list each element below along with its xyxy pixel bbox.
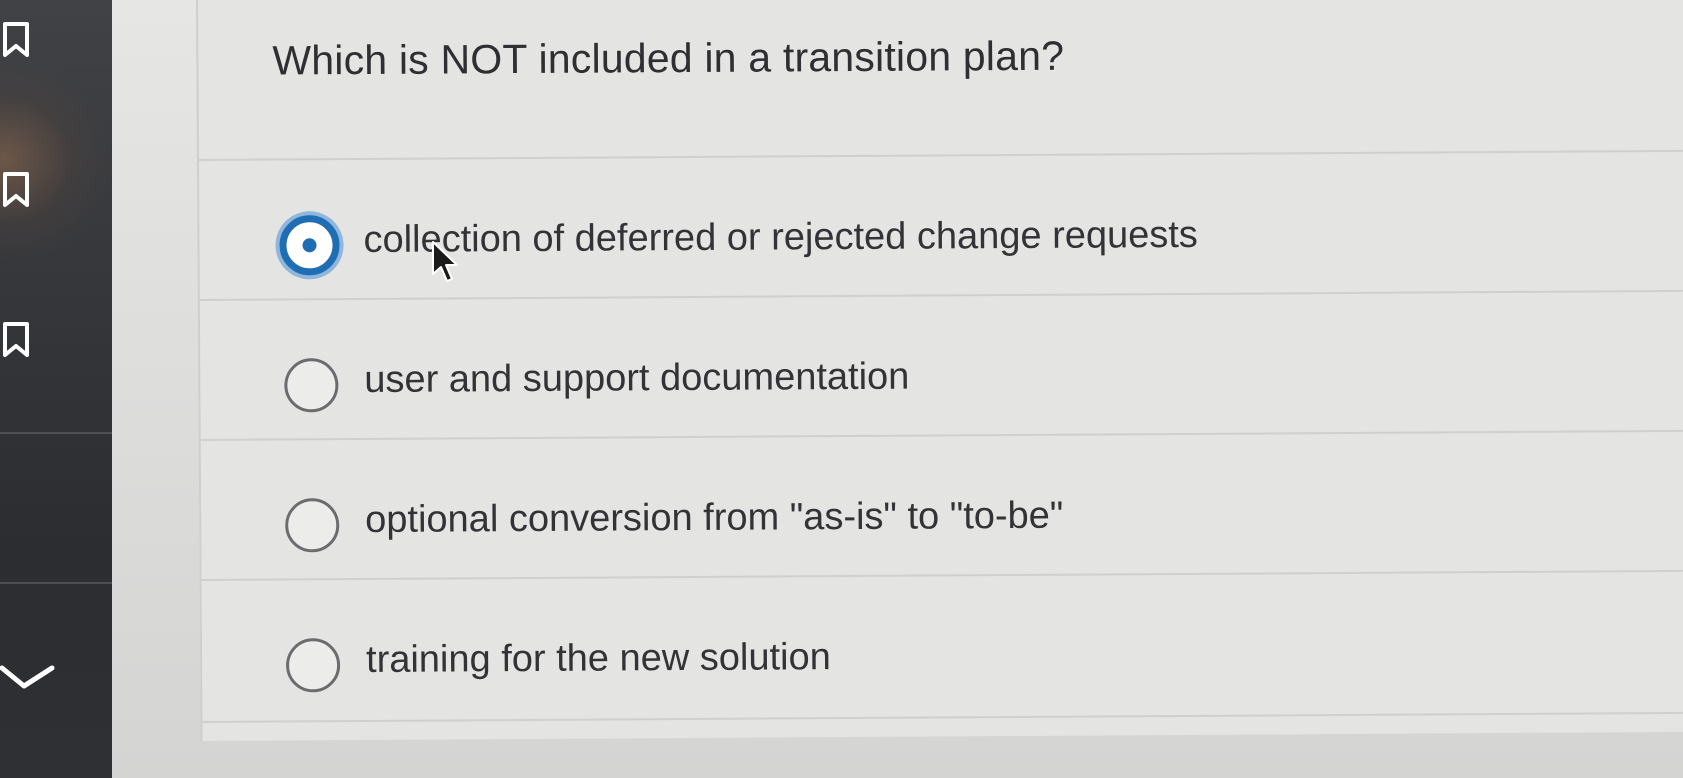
answer-option[interactable]: user and support documentation bbox=[199, 289, 1683, 441]
option-label[interactable]: user and support documentation bbox=[364, 356, 909, 402]
radio-button[interactable] bbox=[285, 638, 341, 693]
bookmark-icon[interactable] bbox=[2, 22, 30, 58]
option-label[interactable]: collection of deferred or rejected chang… bbox=[363, 214, 1198, 262]
answer-option[interactable]: optional conversion from "as-is" to "to-… bbox=[200, 429, 1683, 581]
option-label[interactable]: training for the new solution bbox=[366, 636, 831, 682]
left-sidebar bbox=[0, 0, 112, 778]
sidebar-divider bbox=[0, 582, 112, 584]
radio-button[interactable] bbox=[285, 498, 340, 553]
sidebar-divider bbox=[0, 432, 112, 434]
answer-option[interactable]: training for the new solution bbox=[201, 569, 1683, 723]
bookmark-icon[interactable] bbox=[2, 172, 30, 208]
mouse-pointer-icon bbox=[430, 240, 460, 284]
option-label[interactable]: optional conversion from "as-is" to "to-… bbox=[365, 495, 1063, 542]
bookmark-icon[interactable] bbox=[2, 322, 30, 358]
chevron-down-icon[interactable] bbox=[0, 660, 60, 700]
question-text: Which is NOT included in a transition pl… bbox=[272, 32, 1065, 84]
question-card: Which is NOT included in a transition pl… bbox=[196, 0, 1683, 741]
radio-dot bbox=[302, 238, 317, 253]
radio-button-selected[interactable] bbox=[279, 215, 340, 276]
screen-glare bbox=[0, 60, 110, 260]
quiz-page: Which is NOT included in a transition pl… bbox=[0, 0, 1683, 778]
radio-button[interactable] bbox=[284, 358, 339, 413]
answer-option[interactable]: collection of deferred or rejected chang… bbox=[198, 149, 1683, 301]
